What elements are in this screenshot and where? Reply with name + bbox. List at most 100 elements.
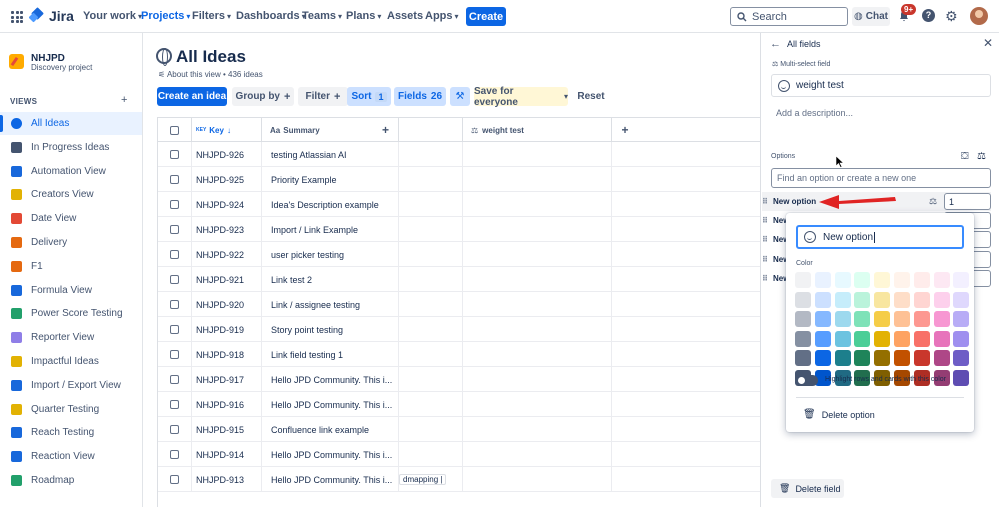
table-row[interactable]: NHJPD-917 Hello JPD Community. This i... [158,367,761,392]
paint-bucket-icon[interactable]: ⛋ [961,151,969,162]
nav-dashboards[interactable]: Dashboards ▾ [236,10,306,22]
field-name-input[interactable]: weight test [771,74,991,97]
column-weight-test[interactable]: ⚖ weight test [463,118,612,142]
color-swatch[interactable] [893,291,910,308]
sidebar-view-item[interactable]: Reach Testing [0,421,142,444]
key-cell[interactable]: NHJPD-925 [192,167,262,192]
color-swatch[interactable] [874,272,891,288]
add-view-icon[interactable]: + [121,94,127,106]
nav-your-work[interactable]: Your work ▾ [83,10,142,22]
nav-apps[interactable]: Apps ▾ [425,10,459,22]
sidebar-view-item[interactable]: Impactful Ideas [0,350,142,373]
table-row[interactable]: NHJPD-923 Import / Link Example [158,217,761,242]
color-swatch[interactable] [953,350,970,366]
drag-handle-icon[interactable]: ⠿ [762,255,770,264]
create-button[interactable]: Create [466,7,506,26]
color-swatch[interactable] [933,291,950,308]
row-checkbox[interactable] [170,300,179,309]
key-cell[interactable]: NHJPD-924 [192,192,262,217]
summary-cell[interactable]: user picker testing [262,242,399,267]
nav-plans[interactable]: Plans ▾ [346,10,381,22]
color-swatch[interactable] [814,272,831,288]
summary-cell[interactable]: Idea's Description example [262,192,399,217]
color-swatch[interactable] [814,291,831,308]
table-row[interactable]: NHJPD-925 Priority Example [158,167,761,192]
sidebar-view-item[interactable]: In Progress Ideas [0,136,142,159]
row-checkbox[interactable] [170,150,179,159]
weight-cell[interactable] [463,417,612,442]
delete-option-button[interactable]: 🗑 Delete option [803,409,875,420]
color-swatch[interactable] [795,311,811,327]
column-summary[interactable]: Aa Summary + [262,118,399,142]
row-checkbox[interactable] [170,325,179,334]
summary-cell[interactable]: Hello JPD Community. This i... [262,467,399,492]
settings-gear-icon[interactable]: ⚙ [945,9,959,23]
group-by-button[interactable]: Group by + [232,87,294,106]
summary-cell[interactable]: testing Atlassian AI [262,142,399,167]
sidebar-view-item[interactable]: Power Score Testing [0,302,142,325]
color-swatch[interactable] [834,272,851,288]
key-cell[interactable]: NHJPD-923 [192,217,262,242]
summary-cell[interactable]: Priority Example [262,167,399,192]
color-swatch[interactable] [834,291,851,308]
row-checkbox[interactable] [170,175,179,184]
back-to-all-fields[interactable]: ← All fields [770,38,821,50]
sidebar-view-item[interactable]: All Ideas [0,112,142,135]
color-swatch[interactable] [953,272,970,288]
search-input[interactable]: Search [730,7,848,26]
sort-button[interactable]: Sort 1 [347,87,391,106]
key-cell[interactable]: NHJPD-921 [192,267,262,292]
key-cell[interactable]: NHJPD-917 [192,367,262,392]
key-cell[interactable]: NHJPD-920 [192,292,262,317]
sidebar-view-item[interactable]: Roadmap [0,469,142,492]
weight-cell[interactable] [463,317,612,342]
color-swatch[interactable] [893,330,910,347]
table-row[interactable]: NHJPD-924 Idea's Description example [158,192,761,217]
table-row[interactable]: NHJPD-913 Hello JPD Community. This i... d… [158,467,761,492]
emoji-picker-icon[interactable] [804,231,816,243]
weight-cell[interactable] [463,192,612,217]
nav-assets[interactable]: Assets [387,10,423,22]
save-for-everyone-button[interactable]: Save for everyone ▾ [474,86,568,108]
color-swatch[interactable] [933,272,950,288]
weight-cell[interactable] [463,292,612,317]
sidebar-view-item[interactable]: Date View [0,207,142,230]
color-swatch[interactable] [814,350,831,366]
sidebar-view-item[interactable]: Delivery [0,231,142,254]
key-cell[interactable]: NHJPD-913 [192,467,262,492]
color-swatch[interactable] [834,350,851,366]
color-swatch[interactable] [834,330,851,347]
weight-cell[interactable] [463,392,612,417]
row-checkbox[interactable] [170,200,179,209]
table-row[interactable]: NHJPD-918 Link field testing 1 [158,342,761,367]
about-view-link[interactable]: ⚟ About this view • 436 ideas [158,70,263,79]
add-field-icon[interactable]: + [612,118,638,142]
fields-button[interactable]: Fields 26 [394,87,446,106]
color-swatch[interactable] [913,291,930,308]
option-weight-input[interactable]: 1 [944,193,991,210]
find-option-input[interactable]: Find an option or create a new one [771,168,991,188]
table-row[interactable]: NHJPD-915 Confluence link example [158,417,761,442]
row-checkbox[interactable] [170,450,179,459]
close-icon[interactable]: ✕ [983,36,993,50]
sidebar-view-item[interactable]: Creators View [0,183,142,206]
nav-projects[interactable]: Projects ▾ [141,10,190,22]
nav-teams[interactable]: Teams ▾ [302,10,342,22]
weight-cell[interactable] [463,367,612,392]
drag-handle-icon[interactable]: ⠿ [762,235,770,244]
color-swatch[interactable] [933,330,950,347]
row-checkbox[interactable] [170,400,179,409]
nav-filters[interactable]: Filters ▾ [192,10,231,22]
color-swatch[interactable] [933,350,950,366]
color-swatch[interactable] [913,330,930,347]
color-swatch[interactable] [933,311,950,327]
table-row[interactable]: NHJPD-914 Hello JPD Community. This i... [158,442,761,467]
sidebar-view-item[interactable]: Reaction View [0,445,142,468]
weight-cell[interactable] [463,342,612,367]
weight-cell[interactable] [463,242,612,267]
weight-cell[interactable] [463,142,612,167]
drag-handle-icon[interactable]: ⠿ [762,274,770,283]
color-swatch[interactable] [953,291,970,308]
app-switcher-icon[interactable] [11,11,23,23]
row-checkbox[interactable] [170,375,179,384]
